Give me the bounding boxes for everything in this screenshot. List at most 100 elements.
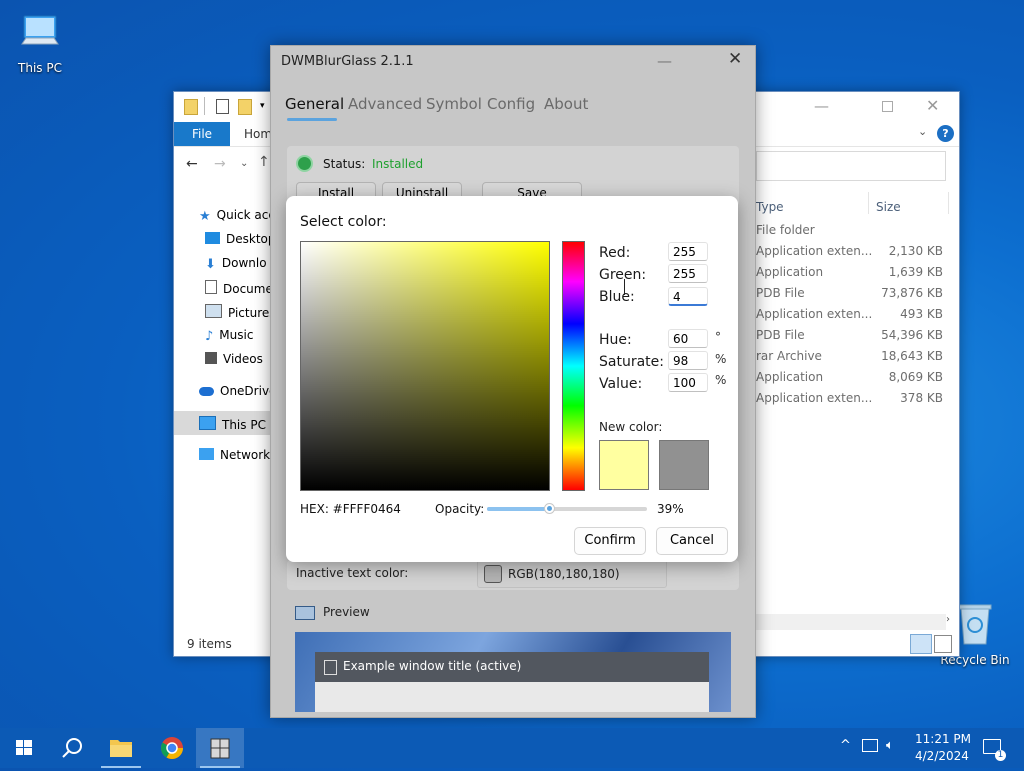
status-label: Status: xyxy=(323,157,366,171)
saturate-input[interactable]: 98 xyxy=(668,351,708,370)
saturate-label: Saturate: xyxy=(599,354,664,370)
folder-icon xyxy=(110,740,132,757)
red-input[interactable]: 255 xyxy=(668,242,708,261)
close-icon[interactable]: ✕ xyxy=(728,49,742,69)
nav-label: Pictures xyxy=(228,306,276,320)
volume-muted-icon[interactable]: 🔈︎ xyxy=(886,738,894,753)
hue-slider[interactable] xyxy=(562,241,585,491)
scroll-right-icon[interactable]: › xyxy=(946,614,950,625)
confirm-button[interactable]: Confirm xyxy=(574,527,646,555)
inactive-text-color-picker[interactable]: RGB(180,180,180) xyxy=(477,560,667,588)
type-cell: Application xyxy=(756,265,824,279)
saturation-value-picker[interactable] xyxy=(300,241,550,491)
windows-logo-icon xyxy=(16,740,32,755)
new-folder-icon[interactable] xyxy=(238,99,252,115)
type-cell: PDB File xyxy=(756,328,805,342)
hue-label: Hue: xyxy=(599,332,632,348)
hue-unit: ° xyxy=(715,330,721,344)
nav-item-onedrive[interactable]: OneDrive xyxy=(199,384,276,398)
opacity-slider-fill xyxy=(487,507,549,511)
tab-symbol[interactable]: Symbol xyxy=(426,95,482,113)
chevron-down-icon[interactable]: ▾ xyxy=(260,101,265,111)
ribbon-expand-chevron-icon[interactable]: ⌄ xyxy=(918,125,927,138)
close-icon[interactable]: ✕ xyxy=(926,96,939,115)
help-icon[interactable]: ? xyxy=(937,125,954,142)
saturate-unit: % xyxy=(715,352,727,366)
nav-label: Network xyxy=(220,448,271,462)
size-cell: 8,069 KB xyxy=(888,370,943,384)
nav-item-quick-access[interactable]: ★ Quick acc xyxy=(199,208,275,224)
tab-advanced[interactable]: Advanced xyxy=(348,95,422,113)
inactive-text-color-row: Inactive text color: RGB(180,180,180) xyxy=(287,560,739,590)
tab-about[interactable]: About xyxy=(544,95,588,113)
nav-label: Docume xyxy=(223,282,273,296)
back-arrow-icon[interactable]: ← xyxy=(186,156,198,172)
nav-item-network[interactable]: Network xyxy=(199,448,270,462)
color-swatch xyxy=(484,565,502,583)
taskbar-dwmblurglass[interactable] xyxy=(196,728,244,768)
up-arrow-icon[interactable]: ↑ xyxy=(258,154,270,170)
nav-label: Videos xyxy=(223,352,263,366)
this-pc-label: This PC xyxy=(18,61,62,75)
folder-icon xyxy=(184,99,198,115)
nav-item-this-pc[interactable]: This PC xyxy=(199,416,266,432)
horizontal-scrollbar[interactable] xyxy=(756,614,946,630)
tab-general[interactable]: General xyxy=(285,95,344,113)
opacity-slider-thumb[interactable] xyxy=(544,503,555,514)
nav-label: OneDrive xyxy=(220,384,277,398)
nav-item-pictures[interactable]: Pictures xyxy=(205,304,276,320)
taskbar: ^ 🔈︎ 11:21 PM 4/2/2024 1 xyxy=(0,728,1024,768)
tab-config[interactable]: Config xyxy=(487,95,535,113)
example-window-body xyxy=(315,682,709,712)
recent-locations-chevron-icon[interactable]: ⌄ xyxy=(240,158,248,169)
size-cell: 2,130 KB xyxy=(888,244,943,258)
nav-item-videos[interactable]: Videos xyxy=(205,352,263,366)
column-divider xyxy=(948,192,949,214)
large-icons-view-icon[interactable] xyxy=(934,635,952,653)
blue-input[interactable]: 4 xyxy=(668,287,708,306)
minimize-icon[interactable]: — xyxy=(814,97,829,115)
nav-label: Quick acc xyxy=(216,208,275,222)
red-label: Red: xyxy=(599,245,631,261)
nav-item-downloads[interactable]: ⬇ Downlo xyxy=(205,256,267,272)
text-cursor-icon xyxy=(624,279,625,295)
column-header-size[interactable]: Size xyxy=(876,200,901,214)
clock-time[interactable]: 11:21 PM xyxy=(915,732,971,746)
hue-input[interactable]: 60 xyxy=(668,329,708,348)
taskbar-chrome[interactable] xyxy=(148,728,196,768)
nav-label: Downlo xyxy=(221,256,267,270)
details-view-icon[interactable] xyxy=(910,634,932,654)
preview-icon xyxy=(295,606,315,620)
file-tab[interactable]: File xyxy=(174,122,230,146)
taskbar-file-explorer[interactable] xyxy=(97,728,145,768)
green-input[interactable]: 255 xyxy=(668,264,708,283)
inactive-text-color-value: RGB(180,180,180) xyxy=(508,567,620,581)
forward-arrow-icon[interactable]: → xyxy=(214,156,226,172)
network-icon[interactable] xyxy=(862,739,878,752)
opacity-slider[interactable] xyxy=(487,503,647,514)
cancel-button[interactable]: Cancel xyxy=(656,527,728,555)
start-button[interactable] xyxy=(0,728,48,768)
type-cell: Application xyxy=(756,370,824,384)
old-color-swatch xyxy=(659,440,709,490)
nav-item-documents[interactable]: Docume xyxy=(205,280,273,296)
notification-count-badge: 1 xyxy=(995,750,1006,761)
nav-item-desktop[interactable]: Desktop xyxy=(205,232,276,246)
size-cell: 1,639 KB xyxy=(888,265,943,279)
active-tab-indicator xyxy=(287,118,337,121)
desktop-icon-this-pc[interactable]: This PC xyxy=(0,8,80,75)
minimize-icon[interactable]: — xyxy=(657,52,672,70)
example-window-title: Example window title (active) xyxy=(343,659,522,673)
nav-label: Desktop xyxy=(226,232,276,246)
search-button[interactable] xyxy=(48,728,96,768)
nav-item-music[interactable]: ♪ Music xyxy=(205,328,253,344)
status-value: Installed xyxy=(372,157,424,171)
search-box[interactable] xyxy=(756,151,946,181)
value-input[interactable]: 100 xyxy=(668,373,708,392)
properties-icon[interactable] xyxy=(216,99,229,114)
column-header-type[interactable]: Type xyxy=(756,200,784,214)
show-hidden-icons-chevron-icon[interactable]: ^ xyxy=(840,738,851,753)
maximize-icon[interactable] xyxy=(882,101,893,112)
clock-date[interactable]: 4/2/2024 xyxy=(915,749,969,763)
value-label: Value: xyxy=(599,376,643,392)
